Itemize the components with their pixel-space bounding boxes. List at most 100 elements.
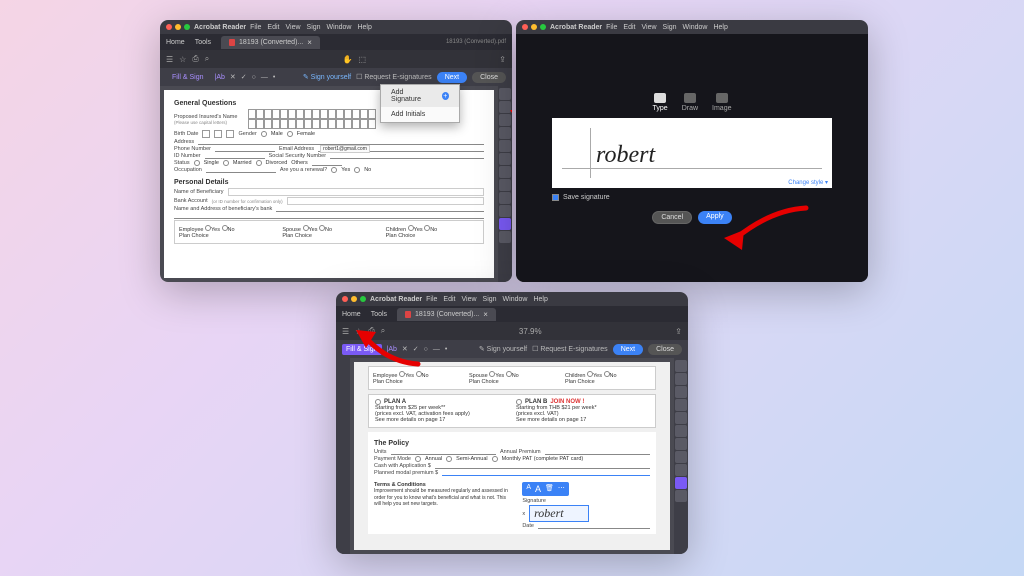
menu-sign[interactable]: Sign bbox=[663, 24, 677, 31]
panel-icon[interactable] bbox=[675, 360, 687, 372]
menu-view[interactable]: View bbox=[461, 296, 476, 303]
panel-icon[interactable] bbox=[499, 127, 511, 139]
nav-home[interactable]: Home bbox=[342, 311, 361, 318]
email-field[interactable]: robert1@gmail.com bbox=[318, 146, 484, 152]
sign-yourself-button[interactable]: ✎ Sign yourself bbox=[303, 73, 351, 81]
next-button[interactable]: Next bbox=[437, 72, 467, 83]
add-initials-item[interactable]: Add Initials bbox=[381, 107, 459, 122]
radio-monthly[interactable] bbox=[492, 456, 498, 462]
cancel-button[interactable]: Cancel bbox=[652, 211, 692, 224]
minimize-window-icon[interactable] bbox=[175, 24, 181, 30]
search-icon[interactable]: ⌕ bbox=[381, 326, 385, 336]
panel-icon[interactable] bbox=[675, 425, 687, 437]
circle-tool-icon[interactable]: ○ bbox=[424, 346, 428, 353]
maximize-window-icon[interactable] bbox=[360, 296, 366, 302]
name-grid[interactable] bbox=[248, 109, 376, 119]
tab-image[interactable]: Image bbox=[712, 93, 731, 112]
radio-annual[interactable] bbox=[415, 456, 421, 462]
fillsign-panel-icon[interactable] bbox=[675, 477, 687, 489]
text-tool-icon[interactable]: |Ab bbox=[387, 346, 397, 353]
panel-icon[interactable] bbox=[499, 205, 511, 217]
sign-yourself-button[interactable]: ✎ Sign yourself bbox=[479, 345, 527, 353]
sig-more-icon[interactable]: ⋯ bbox=[558, 484, 565, 494]
pdf-page[interactable]: Employee Yes NoPlan Choice Spouse Yes No… bbox=[354, 362, 670, 550]
occupation-field[interactable] bbox=[206, 167, 276, 173]
star-icon[interactable]: ☆ bbox=[355, 327, 362, 336]
menu-file[interactable]: File bbox=[426, 296, 437, 303]
check-tool-icon[interactable]: ✓ bbox=[241, 73, 247, 81]
sidebar-toggle-icon[interactable]: ☰ bbox=[166, 55, 173, 64]
next-button[interactable]: Next bbox=[613, 344, 643, 355]
cross-tool-icon[interactable]: ✕ bbox=[402, 345, 408, 353]
print-icon[interactable]: ⎙ bbox=[368, 326, 374, 336]
panel-icon[interactable] bbox=[675, 399, 687, 411]
panel-icon[interactable] bbox=[675, 490, 687, 502]
menu-window[interactable]: Window bbox=[327, 24, 352, 31]
share-icon[interactable]: ⇪ bbox=[675, 327, 682, 336]
signature-canvas[interactable]: robert Change style ▾ bbox=[552, 118, 832, 188]
menu-sign[interactable]: Sign bbox=[483, 296, 497, 303]
panel-icon[interactable] bbox=[675, 386, 687, 398]
sig-size-down-icon[interactable]: A bbox=[526, 484, 531, 494]
close-tab-icon[interactable]: × bbox=[483, 310, 488, 319]
close-tab-icon[interactable]: × bbox=[307, 38, 312, 47]
phone-field[interactable] bbox=[215, 146, 275, 152]
radio-single[interactable] bbox=[194, 160, 200, 166]
pdf-page[interactable]: General Questions Proposed Insured's Nam… bbox=[164, 90, 494, 278]
minimize-window-icon[interactable] bbox=[531, 24, 537, 30]
panel-icon[interactable] bbox=[499, 192, 511, 204]
search-icon[interactable]: ⌕ bbox=[205, 54, 209, 64]
menu-sign[interactable]: Sign bbox=[307, 24, 321, 31]
save-checkbox[interactable] bbox=[552, 194, 559, 201]
select-tool-icon[interactable]: ⬚ bbox=[358, 55, 366, 64]
dot-tool-icon[interactable]: • bbox=[445, 346, 447, 353]
share-icon[interactable]: ⇪ bbox=[499, 55, 506, 64]
panel-icon[interactable] bbox=[675, 373, 687, 385]
line-tool-icon[interactable]: — bbox=[261, 74, 268, 81]
panel-icon[interactable] bbox=[499, 231, 511, 243]
star-icon[interactable]: ☆ bbox=[179, 55, 186, 64]
nav-tools[interactable]: Tools bbox=[195, 39, 211, 46]
menu-window[interactable]: Window bbox=[683, 24, 708, 31]
panel-icon[interactable] bbox=[499, 101, 511, 113]
nav-home[interactable]: Home bbox=[166, 39, 185, 46]
panel-icon[interactable] bbox=[675, 451, 687, 463]
circle-tool-icon[interactable]: ○ bbox=[252, 74, 256, 81]
minimize-window-icon[interactable] bbox=[351, 296, 357, 302]
nav-tools[interactable]: Tools bbox=[371, 311, 387, 318]
sidebar-toggle-icon[interactable]: ☰ bbox=[342, 327, 349, 336]
print-icon[interactable]: ⎙ bbox=[192, 54, 198, 64]
menu-help[interactable]: Help bbox=[713, 24, 727, 31]
change-style-link[interactable]: Change style ▾ bbox=[788, 179, 828, 186]
maximize-window-icon[interactable] bbox=[540, 24, 546, 30]
add-signature-item[interactable]: Add Signature + bbox=[381, 85, 459, 107]
sig-size-up-icon[interactable]: A bbox=[535, 484, 541, 494]
menu-file[interactable]: File bbox=[250, 24, 261, 31]
name-grid-2[interactable] bbox=[248, 119, 376, 129]
panel-icon[interactable] bbox=[675, 464, 687, 476]
tab-draw[interactable]: Draw bbox=[682, 93, 698, 112]
close-window-icon[interactable] bbox=[166, 24, 172, 30]
fillsign-panel-icon[interactable] bbox=[499, 218, 511, 230]
menu-window[interactable]: Window bbox=[503, 296, 528, 303]
request-esig-button[interactable]: ☐ Request E-signatures bbox=[532, 345, 608, 353]
menu-edit[interactable]: Edit bbox=[443, 296, 455, 303]
bene-addr-field[interactable] bbox=[276, 206, 484, 212]
radio-male[interactable] bbox=[261, 131, 267, 137]
panel-icon[interactable] bbox=[499, 88, 511, 100]
cross-tool-icon[interactable]: ✕ bbox=[230, 73, 236, 81]
panel-icon[interactable] bbox=[675, 438, 687, 450]
close-button[interactable]: Close bbox=[472, 72, 506, 83]
menu-view[interactable]: View bbox=[641, 24, 656, 31]
radio-married[interactable] bbox=[223, 160, 229, 166]
radio-renewal-yes[interactable] bbox=[331, 167, 337, 173]
beneficiary-field[interactable] bbox=[228, 188, 484, 196]
id-field[interactable] bbox=[205, 153, 265, 159]
text-tool-icon[interactable]: |Ab bbox=[215, 74, 225, 81]
menu-file[interactable]: File bbox=[606, 24, 617, 31]
radio-female[interactable] bbox=[287, 131, 293, 137]
panel-icon[interactable] bbox=[499, 166, 511, 178]
menu-view[interactable]: View bbox=[285, 24, 300, 31]
panel-icon[interactable] bbox=[499, 179, 511, 191]
check-tool-icon[interactable]: ✓ bbox=[413, 345, 419, 353]
